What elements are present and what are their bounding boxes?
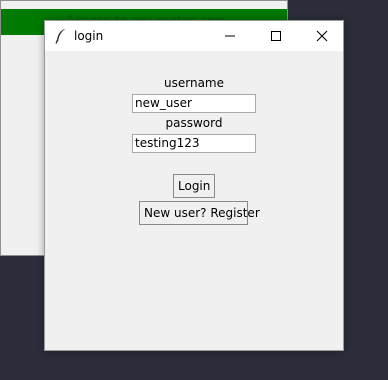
minimize-button[interactable] <box>207 21 253 51</box>
login-window: login username new_user password testing… <box>44 20 344 351</box>
close-icon <box>316 30 328 42</box>
feather-icon <box>55 28 67 44</box>
title-bar[interactable]: login <box>45 21 343 51</box>
username-field[interactable]: new_user <box>132 94 256 113</box>
password-field[interactable]: testing123 <box>132 134 256 153</box>
maximize-button[interactable] <box>253 21 299 51</box>
maximize-icon <box>271 31 281 41</box>
password-label: password <box>165 116 223 130</box>
close-button[interactable] <box>299 21 345 51</box>
login-button[interactable]: Login <box>173 174 215 198</box>
username-label: username <box>164 76 224 90</box>
register-button[interactable]: New user? Register <box>139 201 260 225</box>
minimize-icon <box>225 35 235 37</box>
window-title: login <box>74 29 104 43</box>
